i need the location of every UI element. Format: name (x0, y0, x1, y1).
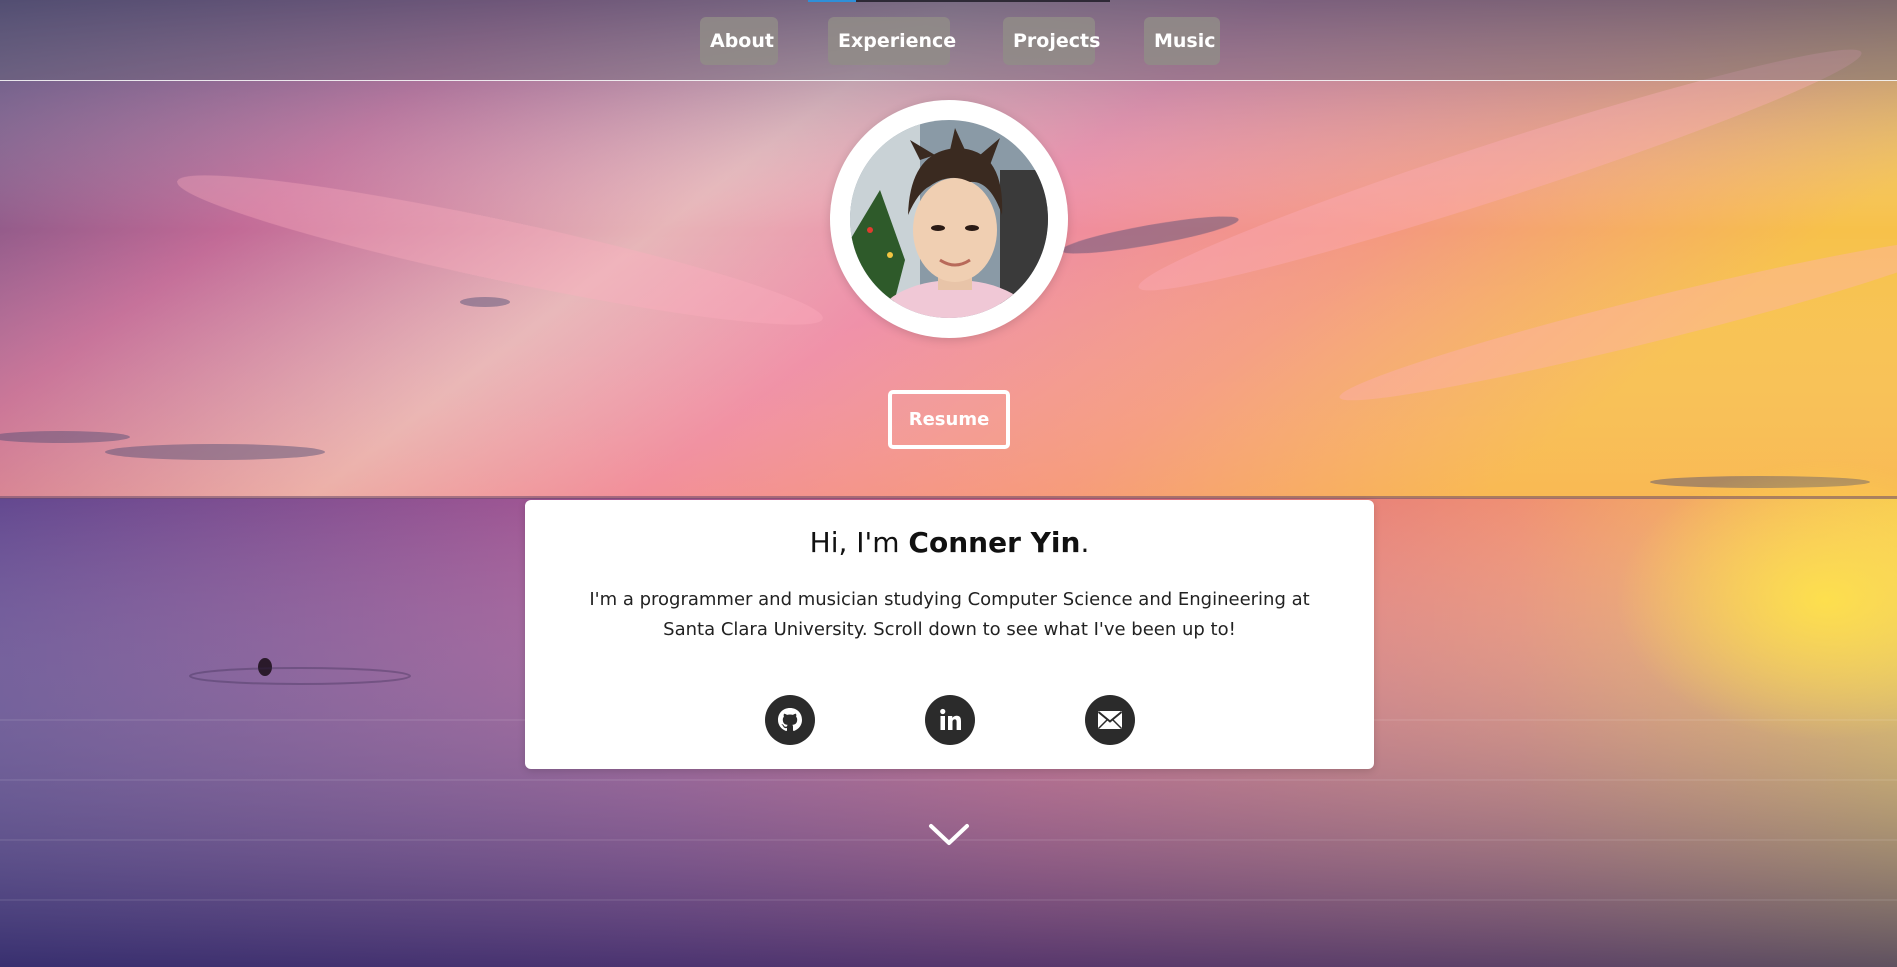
avatar (850, 120, 1048, 318)
nav-item-music[interactable]: Music (1144, 17, 1220, 65)
github-icon (778, 708, 802, 731)
linkedin-icon (940, 708, 961, 730)
avatar-frame (830, 100, 1068, 338)
greeting-prefix: Hi, I'm (809, 526, 909, 559)
scroll-progress-fill (808, 0, 857, 2)
scroll-progress-bar (808, 0, 1110, 2)
greeting-suffix: . (1080, 526, 1090, 559)
intro-card: Hi, I'm Conner Yin. I'm a programmer and… (525, 500, 1374, 769)
nav-item-experience[interactable]: Experience (828, 17, 956, 65)
nav-item-projects[interactable]: Projects (1003, 17, 1100, 65)
email-icon (1097, 711, 1123, 730)
email-link[interactable] (1085, 695, 1135, 745)
person-name: Conner Yin (908, 526, 1081, 559)
bio-text: I'm a programmer and musician studying C… (589, 589, 1310, 640)
nav-item-about[interactable]: About (700, 17, 778, 65)
nav-menu: About Experience Projects Music (0, 17, 1897, 65)
greeting-heading: Hi, I'm Conner Yin. (525, 526, 1374, 559)
resume-button[interactable]: Resume (888, 390, 1010, 449)
top-navigation-bar: About Experience Projects Music (0, 0, 1897, 81)
linkedin-link[interactable] (925, 695, 975, 745)
github-link[interactable] (765, 695, 815, 745)
scroll-down-chevron-icon[interactable] (928, 822, 970, 848)
